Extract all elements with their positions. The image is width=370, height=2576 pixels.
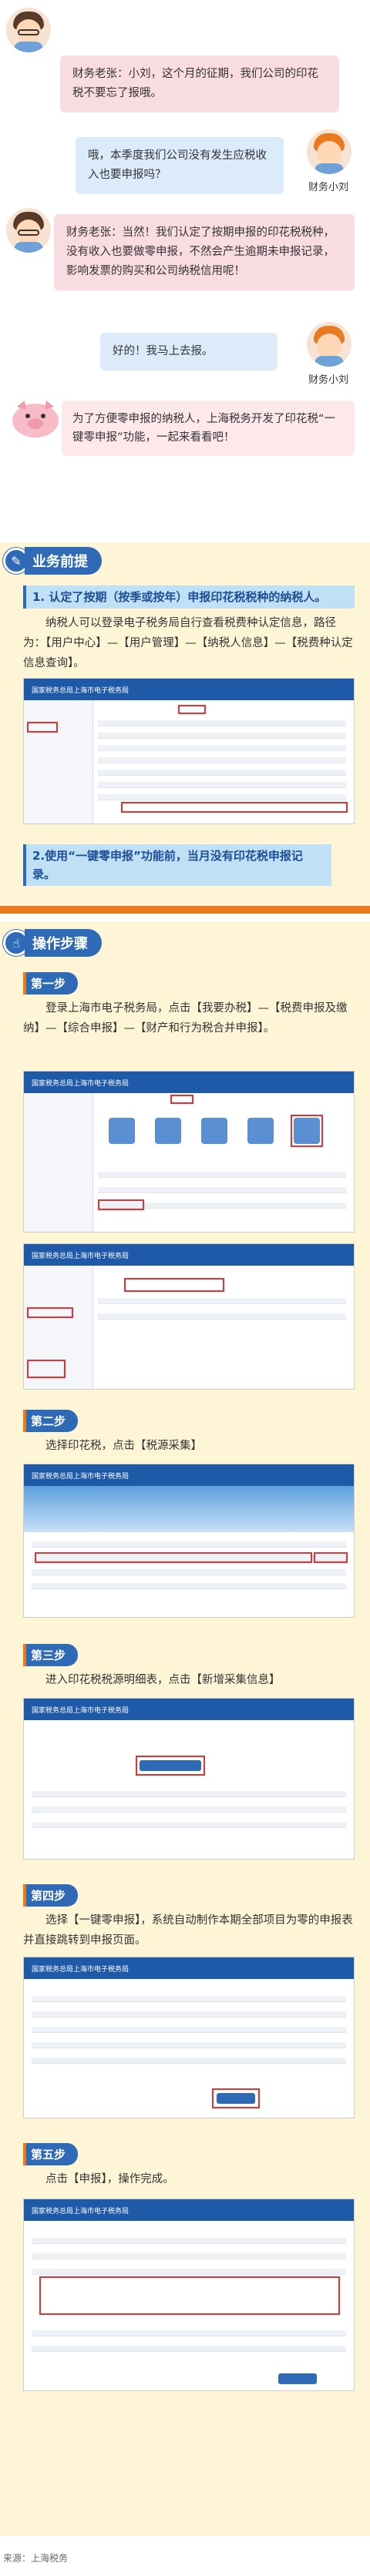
step-text-1: 登录上海市电子税务局，点击【我要办税】—【税费申报及缴纳】—【综合申报】—【财产… — [23, 1002, 348, 1035]
portal-header: 国家税务总局上海市电子税务局 — [24, 1072, 354, 1093]
screenshot-step-5: 国家税务总局上海市电子税务局 — [23, 2199, 355, 2391]
portal-header: 国家税务总局上海市电子税务局 — [24, 1957, 354, 1979]
speaker-name: 财务小刘 — [308, 182, 349, 193]
section-title: 操作步骤 — [25, 929, 102, 957]
step-text-5: 点击【申报】，操作完成。 — [45, 2173, 174, 2185]
screenshot-step-2: 国家税务总局上海市电子税务局 — [23, 1464, 355, 1618]
section-header: ☝ 操作步骤 — [0, 929, 102, 957]
intro-text: 为了方便零申报的纳税人，上海税务开发了印花税“一键零申报”功能，一起来看看吧！ — [62, 401, 355, 456]
avatar-xiao-liu — [307, 322, 352, 367]
step-label-2: 第二步 — [23, 1410, 79, 1432]
avatar-lao-zhang — [6, 208, 51, 253]
step-text-4: 选择【一键零申报】，系统自动制作本期全部项目为零的申报表并直接跳转到申报页面。 — [23, 1914, 353, 1947]
step-label-4: 第四步 — [23, 1884, 79, 1907]
portal-header: 国家税务总局上海市电子税务局 — [24, 679, 354, 700]
step-label-1: 第一步 — [23, 972, 79, 995]
pig-mascot-icon — [6, 393, 63, 444]
step-label-5: 第五步 — [23, 2143, 79, 2165]
portal-header: 国家税务总局上海市电子税务局 — [24, 2199, 354, 2221]
prerequisite-point-2: 2.使用“一键零申报”功能前，当月没有印花税申报记录。 — [23, 844, 331, 886]
screenshot-step-3: 国家税务总局上海市电子税务局 — [23, 1698, 355, 1860]
source-credit: 来源：上海税务 — [3, 2553, 69, 2564]
prerequisite-detail: 纳税人可以登录电子税务局自行查看税费种认定信息，路径为：【用户中心】—【用户管理… — [23, 617, 353, 669]
portal-header: 国家税务总局上海市电子税务局 — [24, 1699, 354, 1720]
chat-bubble: 好的！我马上去报。 — [100, 333, 278, 371]
prerequisite-point-1: 1. 认定了按期（按季或按年）申报印花税税种的纳税人。 — [23, 585, 355, 609]
step-label-3: 第三步 — [23, 1644, 79, 1666]
portal-header: 国家税务总局上海市电子税务局 — [24, 1464, 354, 1486]
step-text-3: 进入印花税税源明细表，点击【新增采集信息】 — [45, 1674, 281, 1686]
screenshot-tax-type-query: 国家税务总局上海市电子税务局 — [23, 678, 355, 824]
portal-header: 国家税务总局上海市电子税务局 — [24, 1244, 354, 1266]
avatar-xiao-liu — [307, 129, 352, 174]
speaker-name: 财务小刘 — [308, 374, 349, 386]
screenshot-step-1a: 国家税务总局上海市电子税务局 — [23, 1071, 355, 1233]
screenshot-step-4: 国家税务总局上海市电子税务局 — [23, 1957, 355, 2118]
avatar-lao-zhang — [6, 8, 51, 52]
step-text-2: 选择印花税，点击【税源采集】 — [45, 1440, 202, 1452]
section-header: ✎ 业务前提 — [0, 547, 102, 575]
screenshot-step-1b: 国家税务总局上海市电子税务局 — [23, 1243, 355, 1390]
chat-bubble: 财务老张：当然！我们认定了按期申报的印花税税种，没有收入也要做零申报，不然会产生… — [54, 214, 355, 290]
divider-bar — [0, 906, 370, 914]
chat-bubble: 财务老张：小刘，这个月的征期，我们公司的印花税不要忘了报哦。 — [60, 55, 339, 112]
chat-bubble: 哦，本季度我们公司没有发生应税收入也要申报吗？ — [76, 137, 284, 194]
section-title: 业务前提 — [25, 547, 102, 575]
